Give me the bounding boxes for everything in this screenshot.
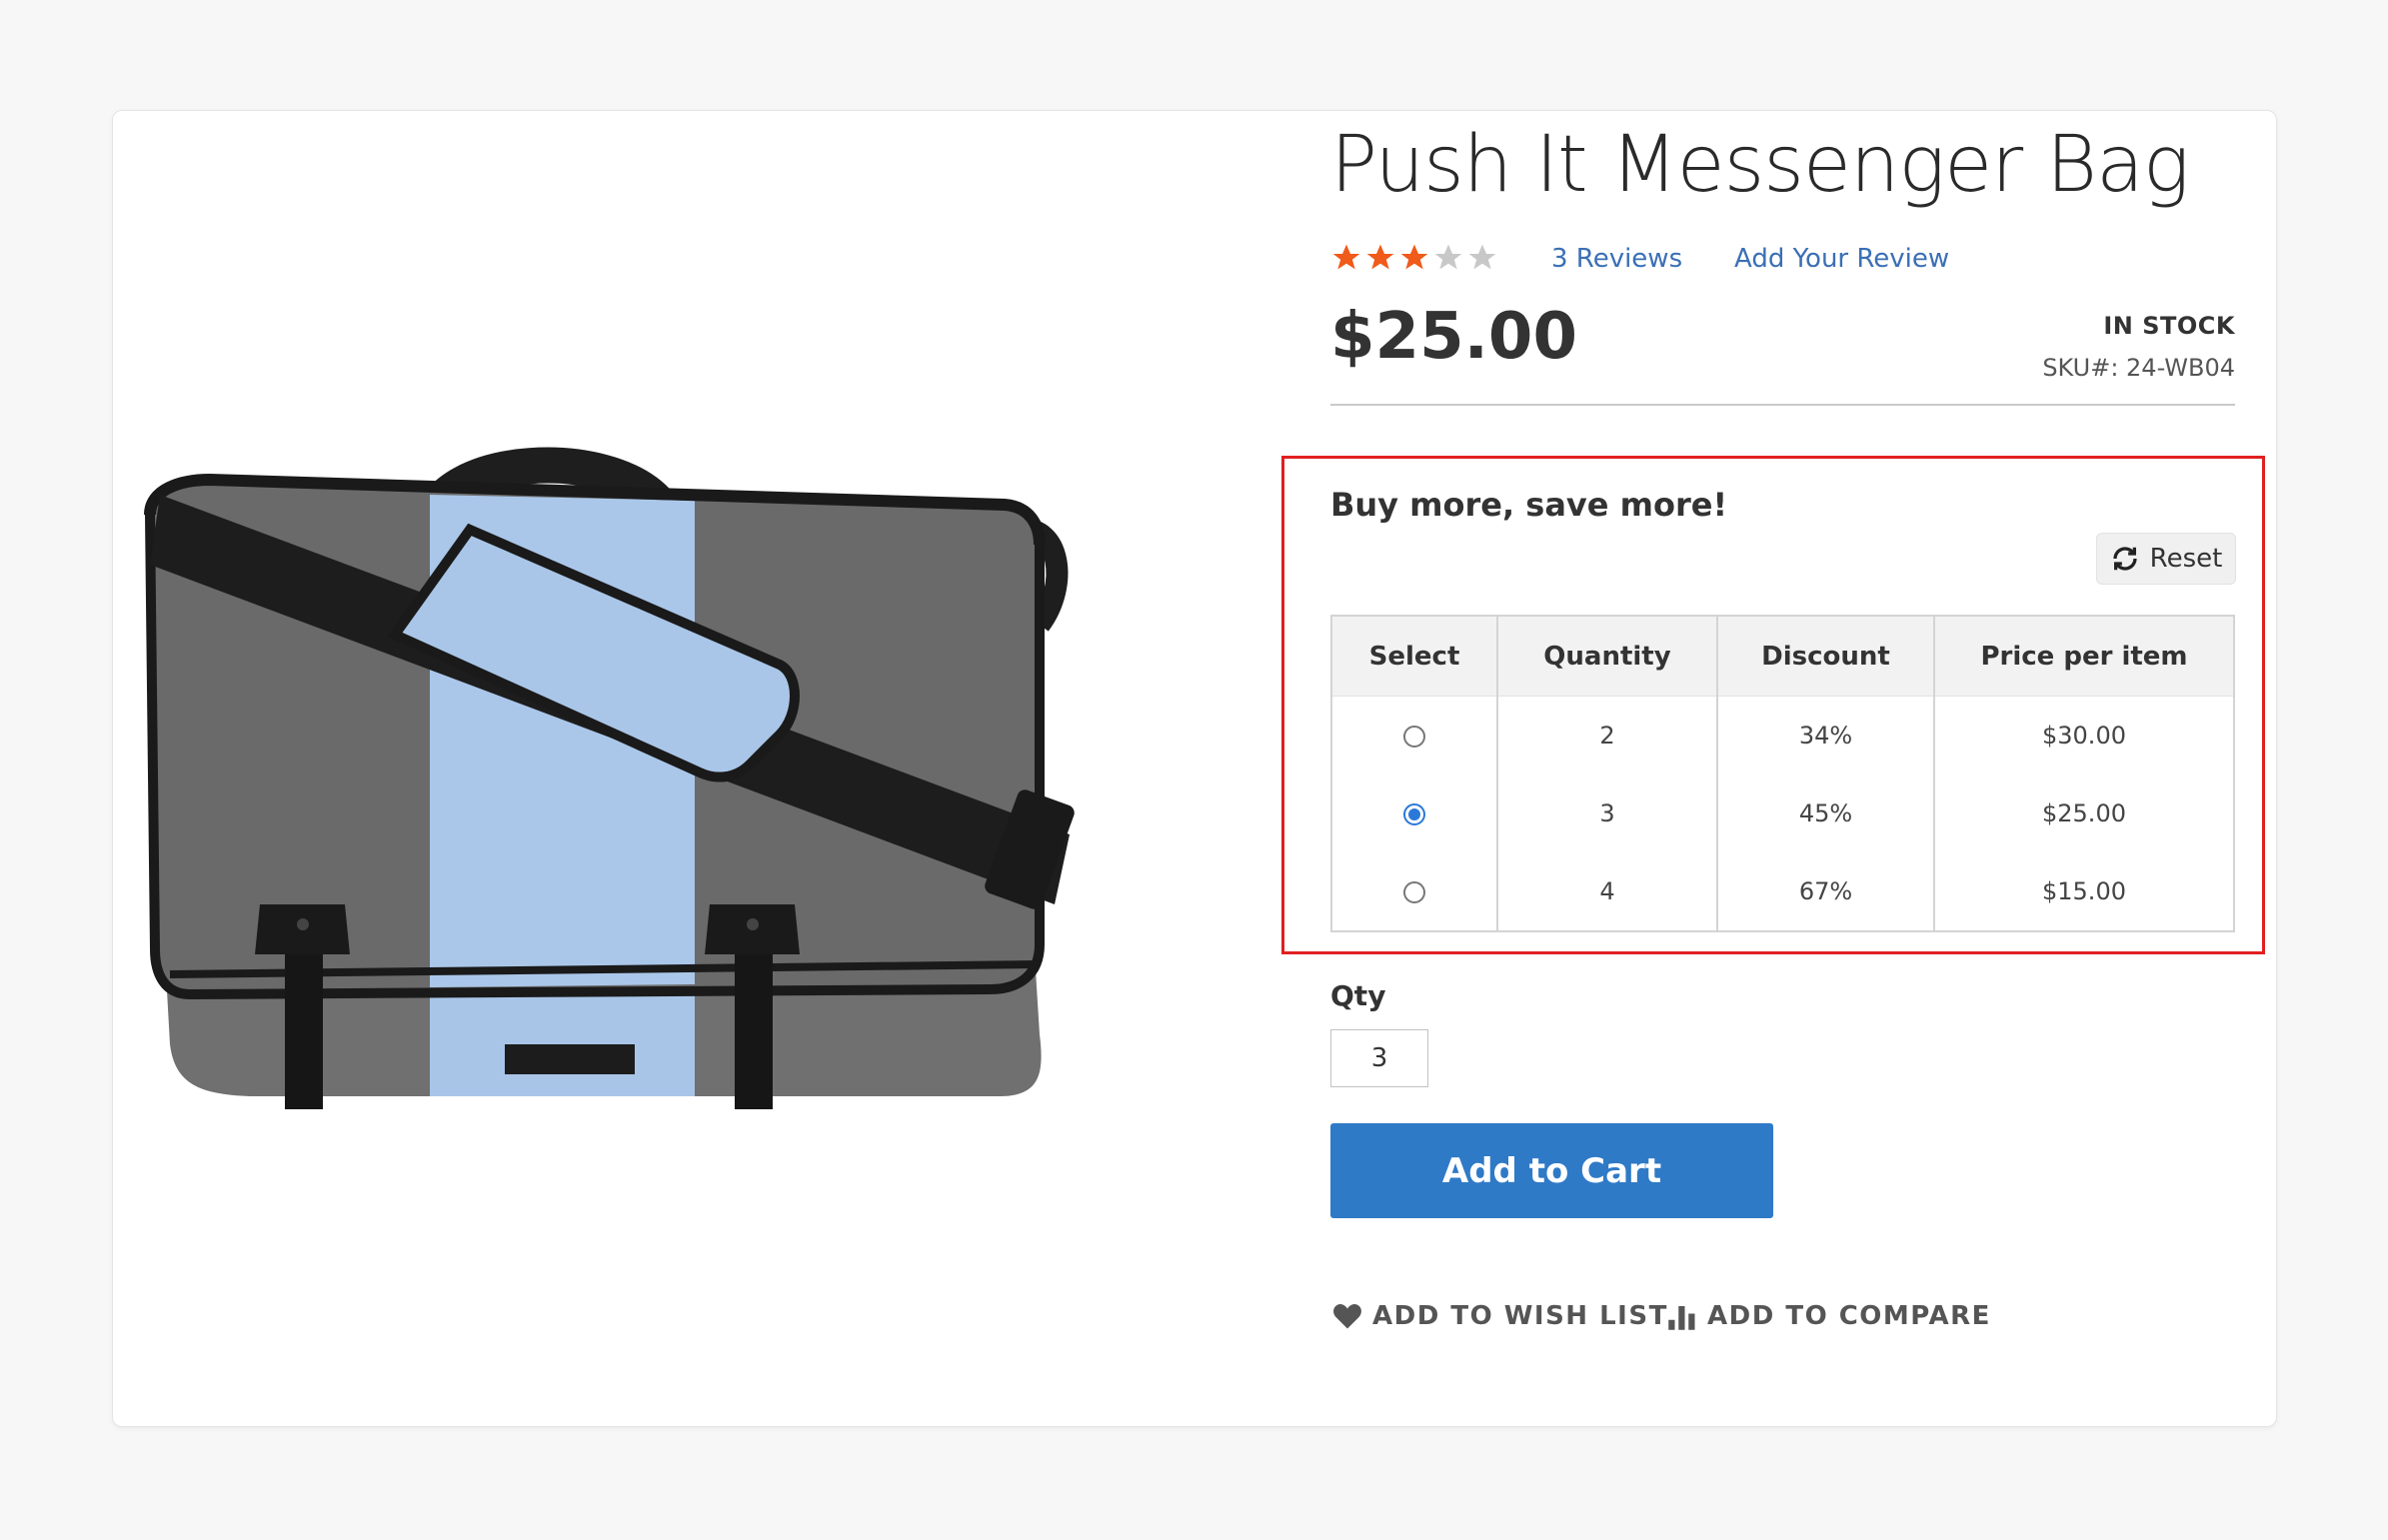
table-row[interactable]: 3 45% $25.00 bbox=[1331, 774, 2234, 852]
product-title: Push It Messenger Bag bbox=[1330, 120, 2190, 210]
refresh-icon bbox=[2113, 547, 2137, 571]
tier-radio-selected[interactable] bbox=[1403, 803, 1425, 825]
column-header-discount: Discount bbox=[1717, 616, 1935, 697]
reviews-link[interactable]: 3 Reviews bbox=[1551, 244, 1682, 274]
rating-stars bbox=[1330, 242, 1498, 274]
price-cell: $25.00 bbox=[2042, 799, 2126, 827]
tier-radio[interactable] bbox=[1403, 881, 1425, 903]
bar-chart-icon bbox=[1668, 1306, 1695, 1330]
add-review-link[interactable]: Add Your Review bbox=[1734, 244, 1949, 274]
discount-cell: 34% bbox=[1717, 696, 1935, 774]
divider bbox=[1330, 404, 2235, 406]
star-full-icon bbox=[1332, 244, 1360, 270]
compare-label: ADD TO COMPARE bbox=[1707, 1301, 1991, 1331]
select-cell[interactable] bbox=[1331, 696, 1498, 774]
wishlist-label: ADD TO WISH LIST bbox=[1372, 1301, 1668, 1331]
product-sku: SKU#: 24-WB04 bbox=[2042, 354, 2235, 382]
reset-button[interactable]: Reset bbox=[2096, 533, 2236, 585]
column-header-select: Select bbox=[1331, 616, 1498, 697]
table-row[interactable]: 4 67% $15.00 bbox=[1331, 852, 2234, 931]
qty-label: Qty bbox=[1330, 979, 1386, 1012]
tier-pricing-table: Select Quantity Discount Price per item … bbox=[1330, 615, 2235, 932]
product-price: $25.00 bbox=[1330, 300, 1577, 374]
reset-label: Reset bbox=[2149, 544, 2223, 574]
tier-pricing-heading: Buy more, save more! bbox=[1330, 486, 1728, 524]
table-header-row: Select Quantity Discount Price per item bbox=[1331, 616, 2234, 697]
qty-input[interactable]: 3 bbox=[1330, 1029, 1428, 1087]
stock-status: IN STOCK bbox=[2103, 312, 2235, 340]
column-header-price: Price per item bbox=[1934, 616, 2234, 697]
star-empty-icon bbox=[1434, 244, 1462, 270]
quantity-cell: 3 bbox=[1497, 774, 1718, 852]
column-header-quantity: Quantity bbox=[1497, 616, 1718, 697]
star-full-icon bbox=[1366, 244, 1394, 270]
select-cell[interactable] bbox=[1331, 774, 1498, 852]
add-to-wishlist-link[interactable]: ADD TO WISH LIST bbox=[1332, 1301, 1668, 1331]
product-image[interactable] bbox=[140, 435, 1100, 1114]
tier-radio[interactable] bbox=[1403, 726, 1425, 748]
add-to-cart-button[interactable]: Add to Cart bbox=[1330, 1123, 1773, 1218]
discount-cell: 67% bbox=[1717, 852, 1935, 931]
quantity-cell: 2 bbox=[1497, 696, 1718, 774]
stars-group bbox=[1330, 242, 1498, 274]
select-cell[interactable] bbox=[1331, 852, 1498, 931]
price-cell: $30.00 bbox=[2042, 722, 2126, 750]
heart-icon bbox=[1333, 1304, 1361, 1329]
table-row[interactable]: 2 34% $30.00 bbox=[1331, 696, 2234, 774]
messenger-bag-image bbox=[144, 447, 1075, 1109]
add-to-compare-link[interactable]: ADD TO COMPARE bbox=[1667, 1301, 1991, 1331]
discount-cell: 45% bbox=[1717, 774, 1935, 852]
quantity-cell: 4 bbox=[1497, 852, 1718, 931]
price-cell: $15.00 bbox=[2042, 877, 2126, 905]
star-empty-icon bbox=[1468, 244, 1496, 270]
star-full-icon bbox=[1400, 244, 1428, 270]
